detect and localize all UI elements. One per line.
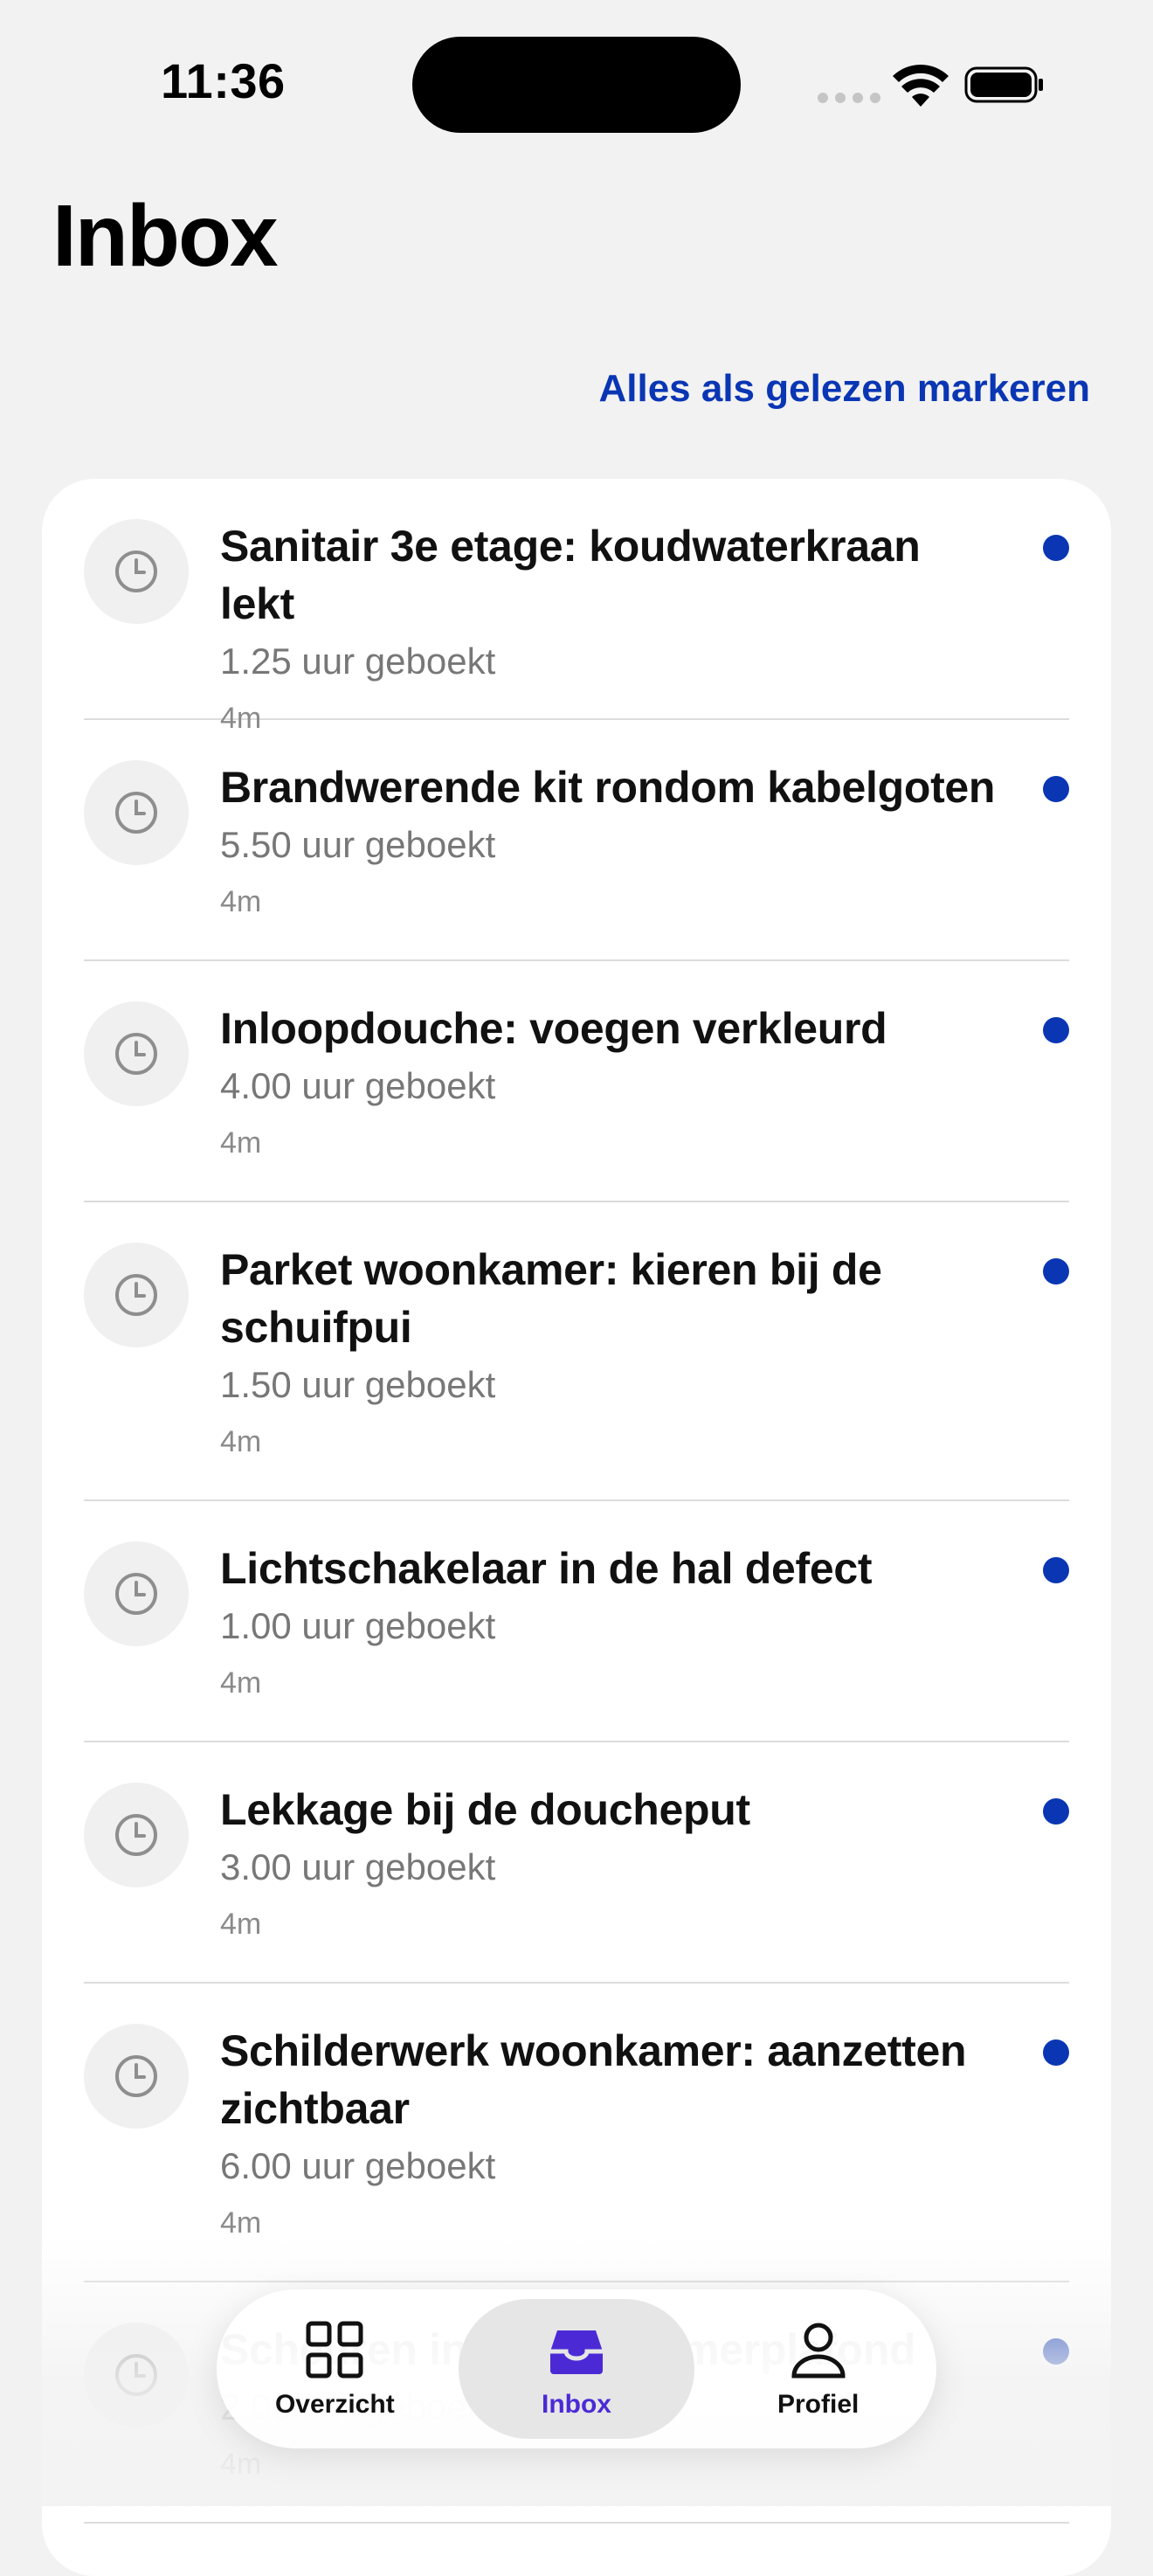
clock-icon <box>115 2055 157 2097</box>
item-time: 4m <box>220 1126 262 1160</box>
tab-profiel[interactable]: Profiel <box>700 2299 936 2439</box>
clock-icon <box>115 1033 157 1075</box>
clock-icon <box>115 551 157 592</box>
item-title: Schilderwerk woonkamer: aanzetten zichtb… <box>220 2026 967 2133</box>
item-avatar <box>84 2024 189 2129</box>
item-title: Parket woonkamer: kieren bij de schuifpu… <box>220 1245 882 1352</box>
tab-label: Profiel <box>777 2390 860 2419</box>
unread-dot <box>1043 1258 1069 1285</box>
item-avatar <box>84 1783 189 1887</box>
tab-label: Inbox <box>542 2390 611 2419</box>
item-time: 4m <box>220 885 262 918</box>
item-title: Sanitair 3e etage: koudwaterkraan lekt <box>220 522 921 628</box>
tab-bar: Overzicht Inbox Profiel <box>217 2289 936 2448</box>
tab-inbox[interactable]: Inbox <box>458 2299 695 2439</box>
page-title: Inbox <box>52 187 279 285</box>
unread-dot <box>1043 776 1069 802</box>
list-item[interactable]: Lekkage bij de doucheput 3.00 uur geboekt… <box>84 1742 1069 1984</box>
unread-dot <box>1043 2039 1069 2066</box>
item-title: Lichtschakelaar in de hal defect <box>220 1544 873 1593</box>
inbox-list: Sanitair 3e etage: koudwaterkraan lekt 1.… <box>84 479 1069 2524</box>
status-bar: 11:36 <box>0 0 1153 166</box>
item-subtitle: 3.00 uur geboekt <box>220 1846 496 1887</box>
item-avatar <box>84 1243 189 1347</box>
item-subtitle: 4.00 uur geboekt <box>220 1065 496 1106</box>
item-avatar <box>84 519 189 624</box>
list-item[interactable]: Parket woonkamer: kieren bij de schuifpu… <box>84 1202 1069 1501</box>
item-subtitle: 5.50 uur geboekt <box>220 824 496 865</box>
dynamic-island <box>412 37 741 133</box>
item-subtitle: 6.00 uur geboekt <box>220 2145 496 2186</box>
inbox-tray-icon <box>550 2330 603 2374</box>
clock-icon <box>115 1274 157 1316</box>
item-time: 4m <box>220 1908 262 1941</box>
item-subtitle: 1.25 uur geboekt <box>220 641 496 682</box>
item-time: 4m <box>220 1666 262 1700</box>
wifi-icon <box>893 65 949 107</box>
item-avatar <box>84 1001 189 1106</box>
list-item[interactable]: Sanitair 3e etage: koudwaterkraan lekt 1.… <box>84 479 1069 735</box>
unread-dot <box>1043 1017 1069 1043</box>
item-avatar <box>84 760 189 865</box>
unread-dot <box>1043 1557 1069 1583</box>
item-subtitle: 1.50 uur geboekt <box>220 1364 496 1405</box>
status-time: 11:36 <box>161 53 286 108</box>
item-subtitle: 1.00 uur geboekt <box>220 1605 496 1646</box>
item-title: Lekkage bij de doucheput <box>220 1785 750 1834</box>
item-avatar <box>84 1541 189 1646</box>
list-item[interactable]: Inloopdouche: voegen verkleurd 4.00 uur g… <box>84 961 1069 1202</box>
list-item[interactable]: Lichtschakelaar in de hal defect 1.00 uur… <box>84 1501 1069 1742</box>
list-item[interactable]: Brandwerende kit rondom kabelgoten 5.50 u… <box>84 720 1069 961</box>
item-time: 4m <box>220 1425 262 1458</box>
battery-icon <box>964 66 1043 103</box>
clock-icon <box>115 1573 157 1615</box>
item-title: Brandwerende kit rondom kabelgoten <box>220 763 996 812</box>
mark-all-read-button[interactable]: Alles als gelezen markeren <box>598 367 1090 411</box>
clock-icon <box>115 1814 157 1856</box>
cellular-signal-icon <box>818 93 880 103</box>
person-icon <box>791 2323 846 2379</box>
clock-icon <box>115 792 157 834</box>
unread-dot <box>1043 1798 1069 1825</box>
unread-dot <box>1043 535 1069 561</box>
tab-label: Overzicht <box>274 2390 395 2419</box>
grid-icon <box>306 2321 363 2379</box>
item-title: Inloopdouche: voegen verkleurd <box>220 1004 887 1053</box>
tab-overzicht[interactable]: Overzicht <box>217 2299 453 2439</box>
